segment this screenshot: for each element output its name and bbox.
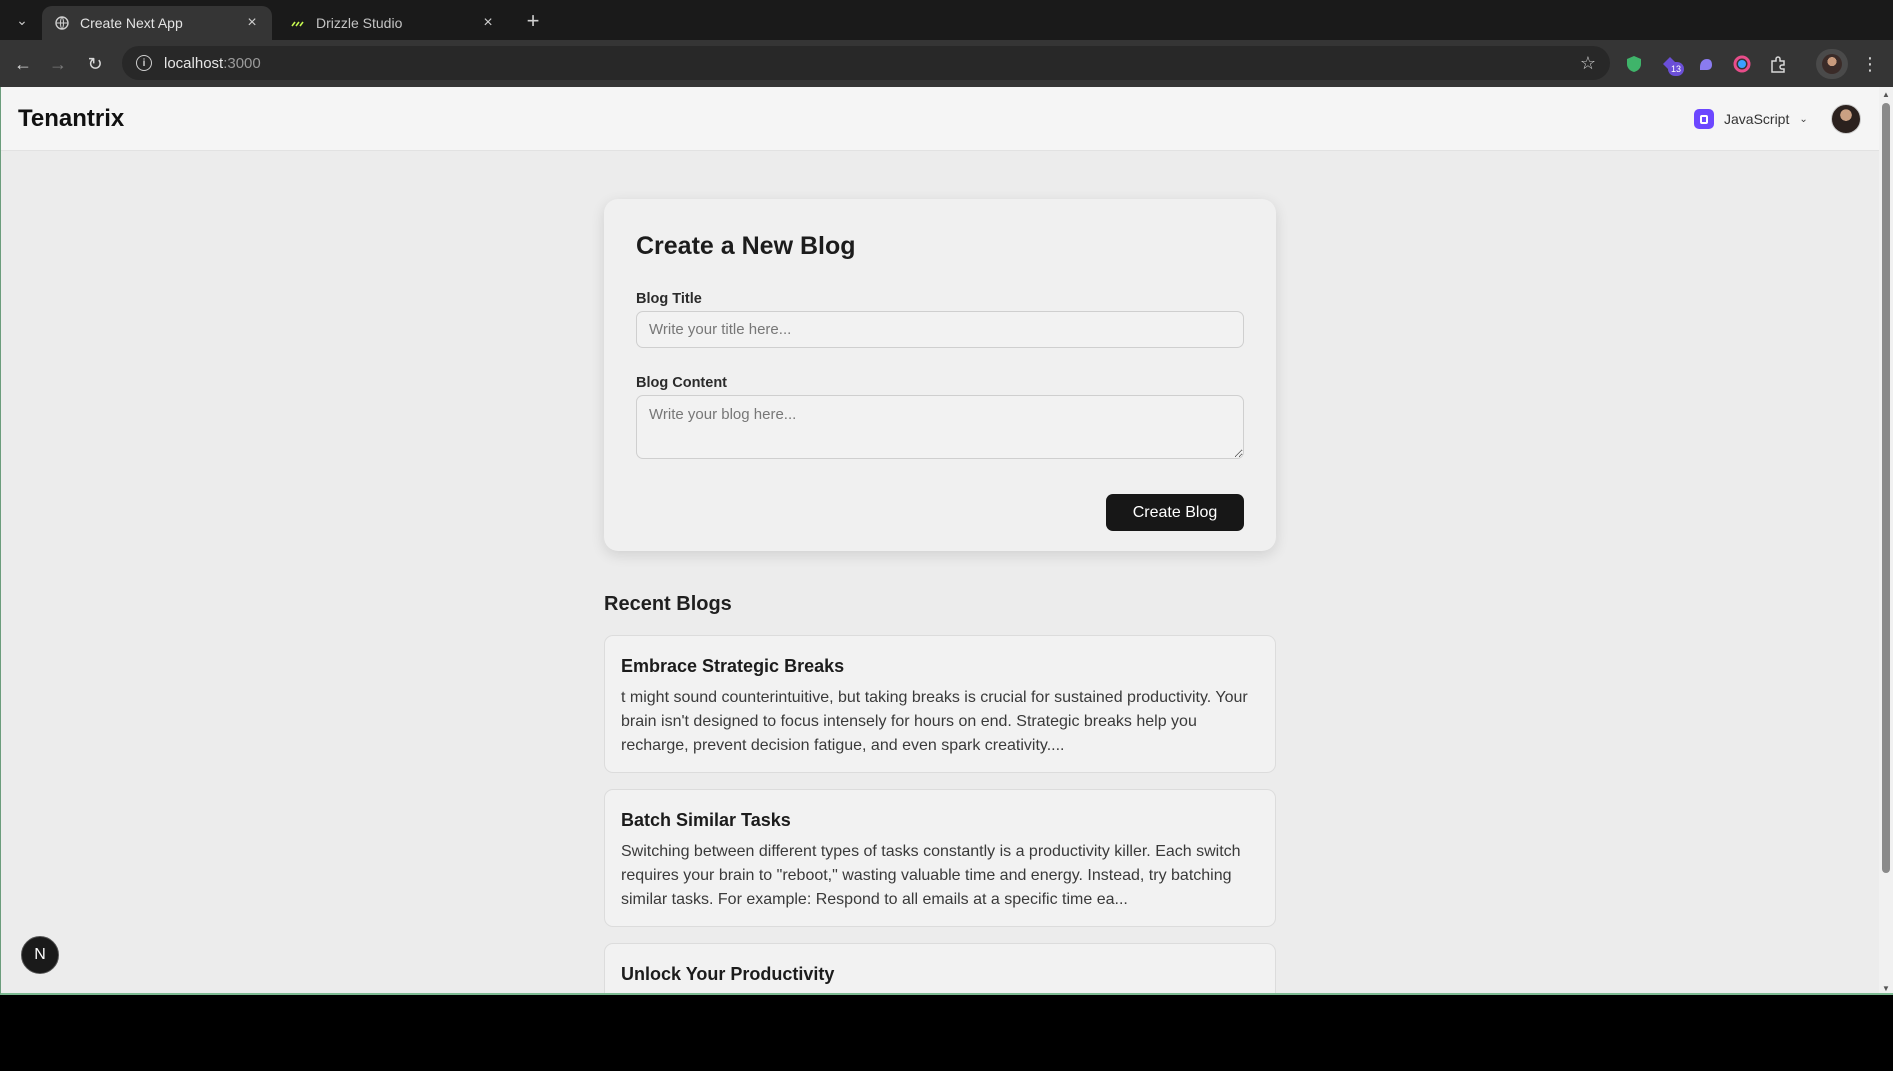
drizzle-icon bbox=[290, 15, 306, 31]
blog-content-label: Blog Content bbox=[636, 375, 728, 391]
page-scrollbar[interactable]: ▲ ▼ bbox=[1879, 87, 1893, 993]
blog-content-textarea[interactable] bbox=[636, 395, 1244, 459]
create-blog-heading: Create a New Blog bbox=[636, 232, 856, 260]
scroll-down-arrow-icon[interactable]: ▼ bbox=[1881, 983, 1891, 993]
nextjs-dev-tools-button[interactable]: N bbox=[21, 936, 59, 974]
org-logo-icon bbox=[1694, 109, 1714, 129]
user-avatar-button[interactable] bbox=[1831, 104, 1861, 134]
create-blog-button[interactable]: Create Blog bbox=[1106, 494, 1244, 531]
tab-strip: ⌄ Create Next App × Drizzle Studio × + bbox=[0, 0, 1893, 40]
close-tab-icon[interactable]: × bbox=[244, 14, 260, 31]
tab-search-button[interactable]: ⌄ bbox=[10, 8, 34, 32]
blog-card-title: Unlock Your Productivity bbox=[621, 964, 835, 984]
browser-menu-icon[interactable]: ⋮ bbox=[1858, 52, 1882, 76]
profile-avatar bbox=[1822, 54, 1842, 74]
blog-title-input[interactable] bbox=[636, 311, 1244, 348]
blog-card-title: Embrace Strategic Breaks bbox=[621, 656, 845, 676]
blog-title-label: Blog Title bbox=[636, 291, 702, 307]
back-button[interactable]: ← bbox=[10, 51, 36, 77]
org-name: JavaScript bbox=[1724, 111, 1790, 127]
scrollbar-thumb[interactable] bbox=[1882, 103, 1890, 873]
color-picker-extension-icon[interactable] bbox=[1730, 52, 1754, 76]
recent-blogs-heading: Recent Blogs bbox=[604, 593, 732, 615]
scroll-up-arrow-icon[interactable]: ▲ bbox=[1881, 89, 1891, 99]
extension-badge: 13 bbox=[1668, 62, 1684, 76]
profile-button[interactable] bbox=[1816, 49, 1848, 79]
bookmark-star-icon[interactable]: ☆ bbox=[1580, 53, 1596, 74]
organization-switcher[interactable]: JavaScript ⌄ bbox=[1694, 107, 1808, 131]
blog-card-title: Batch Similar Tasks bbox=[621, 810, 791, 830]
tab-drizzle-studio[interactable]: Drizzle Studio × bbox=[278, 6, 508, 40]
url-text[interactable]: localhost:3000 bbox=[164, 55, 1568, 72]
forward-button[interactable]: → bbox=[45, 51, 71, 77]
shield-extension-icon[interactable] bbox=[1622, 52, 1646, 76]
blog-card[interactable]: Embrace Strategic Breaks t might sound c… bbox=[604, 635, 1276, 773]
extensions-puzzle-icon[interactable] bbox=[1766, 52, 1790, 76]
create-blog-card: Create a New Blog Blog Title Blog Conten… bbox=[604, 199, 1276, 551]
blog-card[interactable]: Unlock Your Productivity bbox=[604, 943, 1276, 995]
browser-toolbar: ← → ↻ i localhost:3000 ☆ ⋮ bbox=[0, 40, 1893, 87]
tab-title: Drizzle Studio bbox=[316, 15, 403, 31]
new-tab-button[interactable]: + bbox=[520, 8, 546, 34]
tab-title: Create Next App bbox=[80, 15, 183, 31]
reload-button[interactable]: ↻ bbox=[82, 51, 108, 77]
site-info-icon[interactable]: i bbox=[136, 55, 152, 71]
page-viewport: Tenantrix JavaScript ⌄ Create a New Blog… bbox=[0, 87, 1893, 995]
tab-create-next-app[interactable]: Create Next App × bbox=[42, 6, 272, 40]
close-tab-icon[interactable]: × bbox=[480, 14, 496, 31]
globe-icon bbox=[54, 15, 70, 31]
app-header: Tenantrix JavaScript ⌄ bbox=[1, 87, 1880, 151]
chevron-down-icon: ⌄ bbox=[1799, 113, 1808, 125]
blog-card[interactable]: Batch Similar Tasks Switching between di… bbox=[604, 789, 1276, 927]
blog-card-excerpt: Switching between different types of tas… bbox=[621, 843, 1241, 908]
brand-logo-text[interactable]: Tenantrix bbox=[18, 105, 124, 133]
browser-chrome: ⌄ Create Next App × Drizzle Studio × + ←… bbox=[0, 0, 1893, 87]
address-bar[interactable]: i localhost:3000 ☆ bbox=[122, 46, 1610, 80]
blog-card-excerpt: t might sound counterintuitive, but taki… bbox=[621, 689, 1248, 754]
blog-card-excerpt bbox=[621, 994, 1261, 995]
ghost-extension-icon[interactable] bbox=[1694, 52, 1718, 76]
